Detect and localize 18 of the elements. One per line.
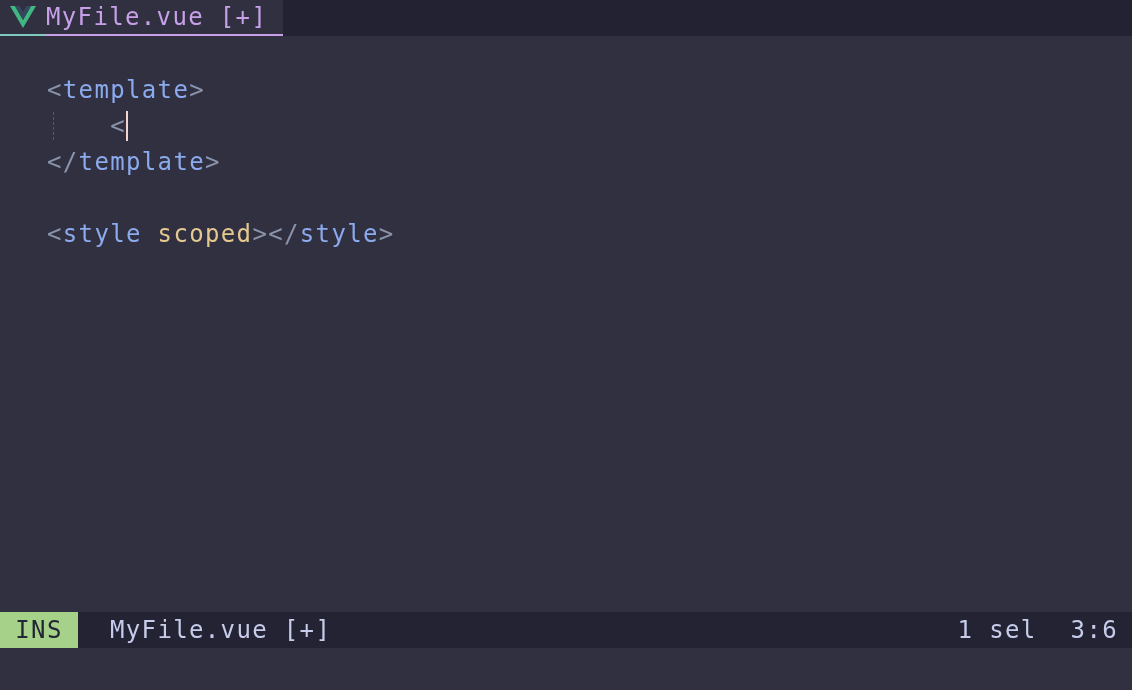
- code-punctuation: >: [205, 147, 221, 178]
- code-punctuation: <: [109, 111, 126, 142]
- cursor-position: 3:6: [1070, 615, 1118, 646]
- code-tag-name: style: [299, 219, 379, 250]
- code-punctuation: <: [47, 219, 63, 250]
- selection-count: 1 sel: [957, 615, 1037, 646]
- code-punctuation: >: [378, 219, 395, 250]
- code-attribute: scoped: [157, 219, 253, 250]
- code-punctuation: <: [47, 75, 63, 106]
- code-tag-name: template: [78, 147, 205, 178]
- code-tag-name: style: [62, 219, 142, 250]
- code-punctuation: </: [47, 147, 79, 178]
- code-punctuation: >: [189, 75, 206, 106]
- code-tag-name: template: [62, 75, 190, 106]
- code-punctuation: ></: [252, 219, 300, 250]
- status-filename: MyFile.vue [+]: [110, 615, 332, 646]
- mode-indicator: INS: [0, 612, 78, 648]
- vue-logo-icon: [10, 6, 36, 28]
